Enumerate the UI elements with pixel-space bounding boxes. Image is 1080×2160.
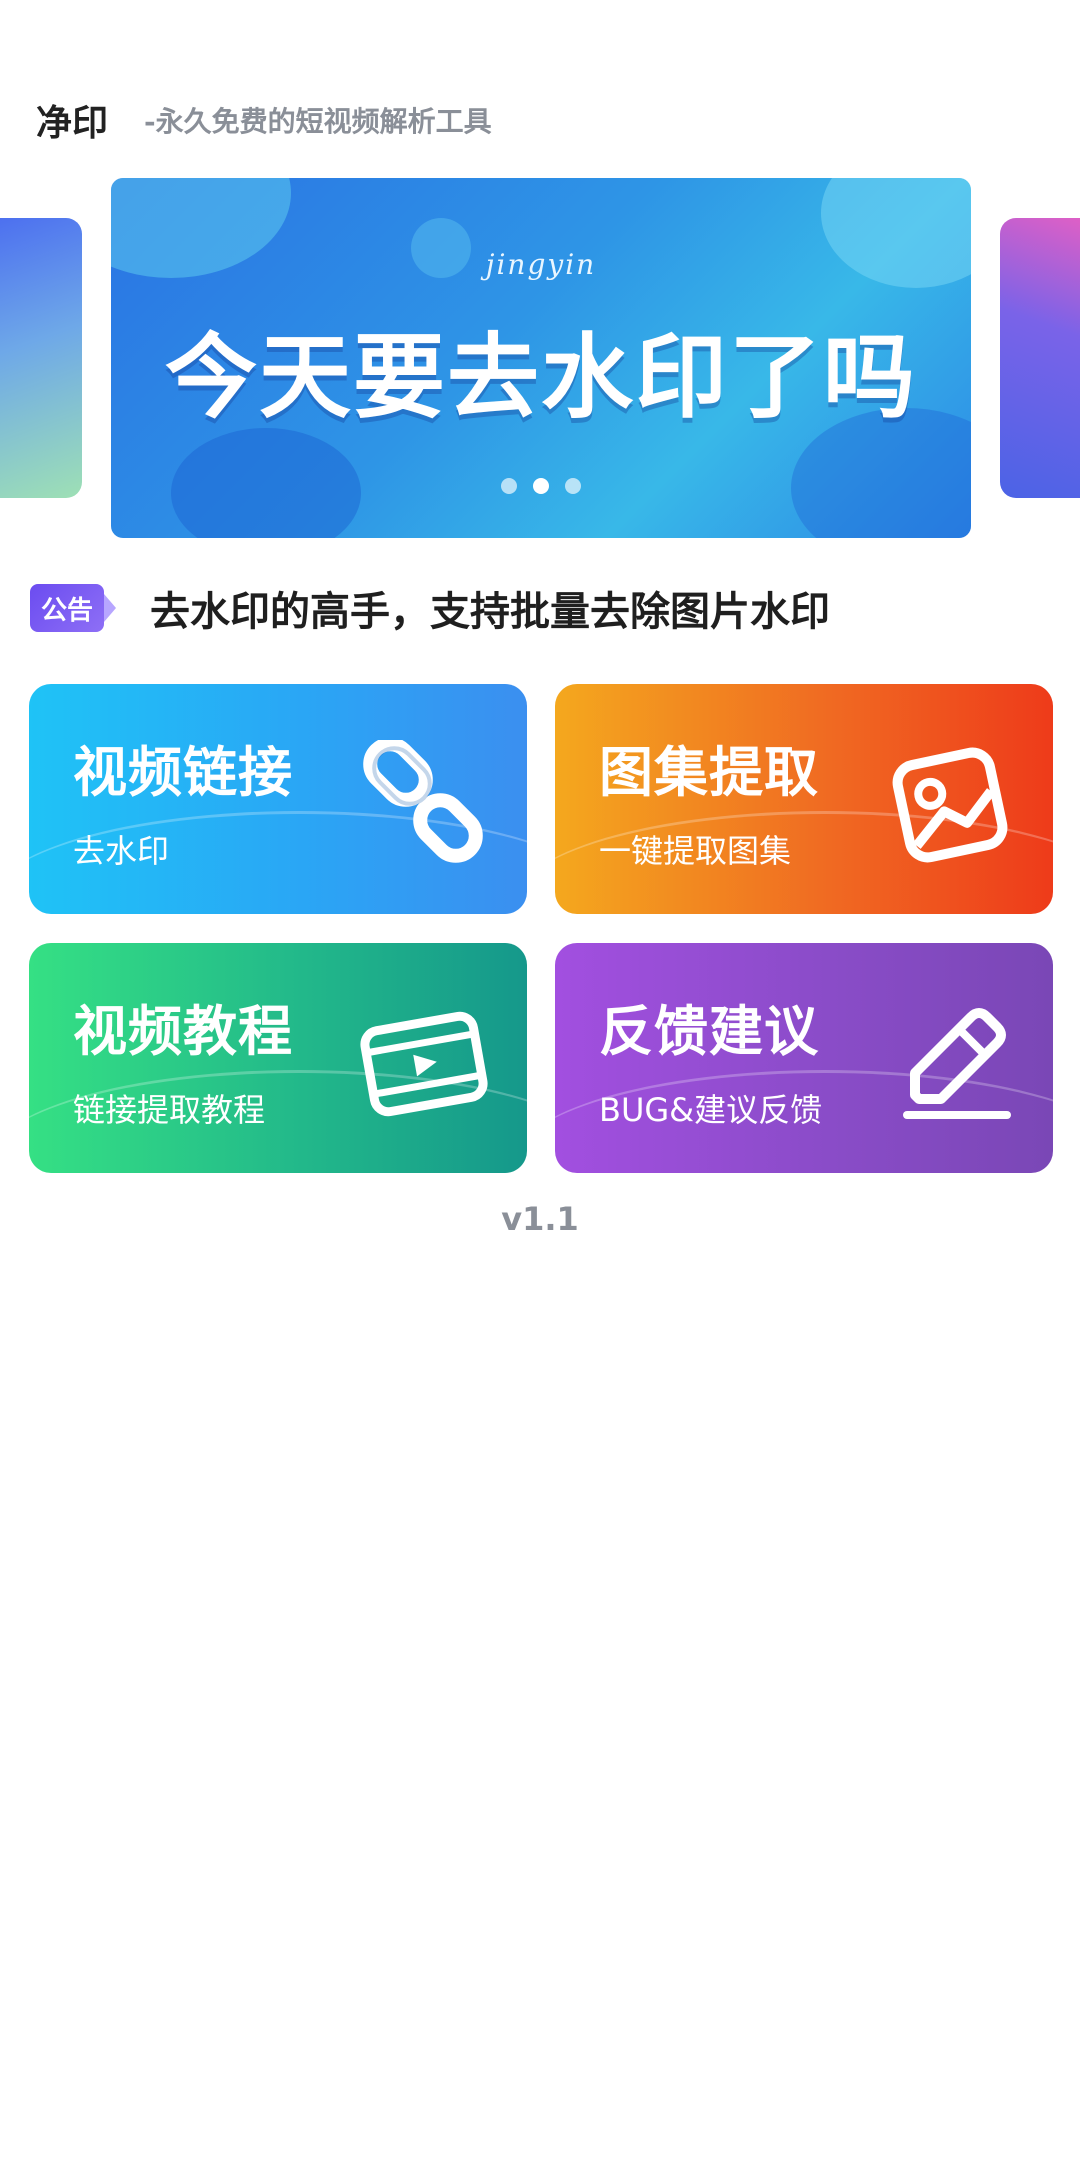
gallery-title: 图集提取	[599, 741, 819, 804]
notice-text: 去水印的高手，支持批量去除图片水印	[150, 588, 830, 635]
version-label: v1.1	[501, 1200, 579, 1238]
feedback-title: 反馈建议	[599, 1000, 819, 1063]
video-play-icon	[360, 1011, 488, 1117]
app-name: 净印	[36, 102, 109, 144]
gallery-card[interactable]: 图集提取 一键提取图集	[555, 684, 1053, 914]
carousel-prev-slide[interactable]	[0, 218, 82, 498]
carousel-dot[interactable]	[501, 478, 517, 494]
feedback-card[interactable]: 反馈建议 BUG&建议反馈	[555, 943, 1053, 1173]
tutorial-card[interactable]: 视频教程 链接提取教程	[29, 943, 527, 1173]
banner-subtitle: jingyin	[485, 248, 597, 281]
app-tagline: -永久免费的短视频解析工具	[144, 105, 492, 138]
notice-badge: 公告	[30, 584, 116, 632]
tutorial-subtitle: 链接提取教程	[73, 1091, 266, 1129]
carousel-dot-active[interactable]	[533, 478, 549, 494]
video-link-subtitle: 去水印	[73, 832, 170, 870]
gallery-subtitle: 一键提取图集	[599, 832, 792, 870]
app-header: 净印 -永久免费的短视频解析工具	[36, 90, 492, 150]
link-icon	[363, 740, 483, 863]
banner-slide[interactable]: jingyin 今天要去水印了吗	[111, 178, 971, 538]
carousel-dot[interactable]	[565, 478, 581, 494]
video-link-card[interactable]: 视频链接 去水印	[29, 684, 527, 914]
image-icon	[892, 747, 1008, 863]
pen-icon	[903, 1008, 1011, 1119]
carousel-next-slide[interactable]	[1000, 218, 1080, 498]
feedback-subtitle: BUG&建议反馈	[599, 1091, 823, 1129]
banner-title: 今天要去水印了吗	[164, 324, 917, 431]
banner-carousel[interactable]: jingyin 今天要去水印了吗	[0, 178, 1080, 540]
video-link-title: 视频链接	[73, 741, 293, 804]
tutorial-title: 视频教程	[73, 1000, 293, 1063]
carousel-indicator[interactable]	[111, 478, 971, 494]
notice-bar[interactable]: 公告 去水印的高手，支持批量去除图片水印	[30, 578, 1050, 638]
